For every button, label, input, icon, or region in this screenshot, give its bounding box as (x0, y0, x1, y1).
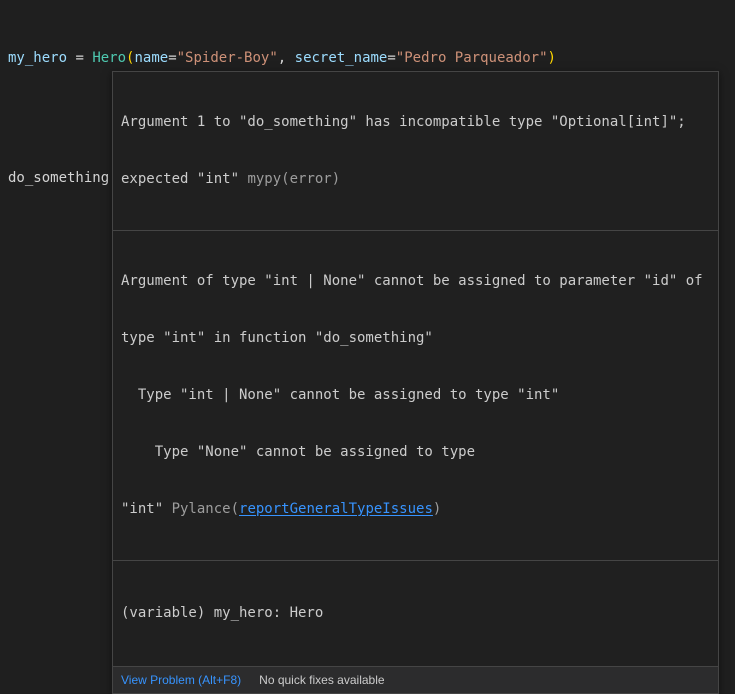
hover-status-bar: View Problem (Alt+F8) No quick fixes ava… (113, 667, 718, 693)
variable-token: my_hero (8, 50, 67, 66)
hover-section-pylance: Argument of type "int | None" cannot be … (113, 231, 718, 560)
mypy-source-label: mypy(error) (247, 171, 340, 187)
no-quick-fixes-label: No quick fixes available (259, 671, 384, 690)
variable-type-info: (variable) my_hero: Hero (121, 604, 710, 623)
mypy-message-text: expected "int" (121, 171, 247, 187)
diagnostics-hover-widget: Argument 1 to "do_something" has incompa… (112, 71, 719, 694)
pylance-message-line: type "int" in function "do_something" (121, 329, 710, 348)
equals-token: = (168, 50, 176, 66)
kwarg-name-token: secret_name (295, 50, 388, 66)
operator-token: = (67, 50, 92, 66)
view-problem-link[interactable]: View Problem (Alt+F8) (121, 671, 241, 690)
close-paren-token: ) (548, 50, 556, 66)
class-name-token: Hero (92, 50, 126, 66)
pylance-message-line: Type "int | None" cannot be assigned to … (121, 386, 710, 405)
function-name-token: do_something (8, 170, 109, 186)
hover-section-type-info: (variable) my_hero: Hero (113, 561, 718, 666)
hover-section-mypy: Argument 1 to "do_something" has incompa… (113, 72, 718, 230)
pylance-message-line: Argument of type "int | None" cannot be … (121, 272, 710, 291)
mypy-message-line: Argument 1 to "do_something" has incompa… (121, 113, 710, 132)
comma-token: , (278, 50, 295, 66)
pylance-message-text: "int" (121, 501, 172, 517)
string-token: "Pedro Parqueador" (396, 50, 548, 66)
pylance-source-suffix: ) (433, 501, 441, 517)
equals-token: = (387, 50, 395, 66)
string-token: "Spider-Boy" (177, 50, 278, 66)
code-line-1[interactable]: my_hero = Hero(name="Spider-Boy", secret… (8, 48, 556, 68)
pylance-message-line: "int" Pylance(reportGeneralTypeIssues) (121, 500, 710, 519)
mypy-message-line: expected "int" mypy(error) (121, 170, 710, 189)
pylance-message-line: Type "None" cannot be assigned to type (121, 443, 710, 462)
kwarg-name-token: name (134, 50, 168, 66)
report-general-type-issues-link[interactable]: reportGeneralTypeIssues (239, 501, 433, 517)
pylance-source-prefix: Pylance( (172, 501, 239, 517)
